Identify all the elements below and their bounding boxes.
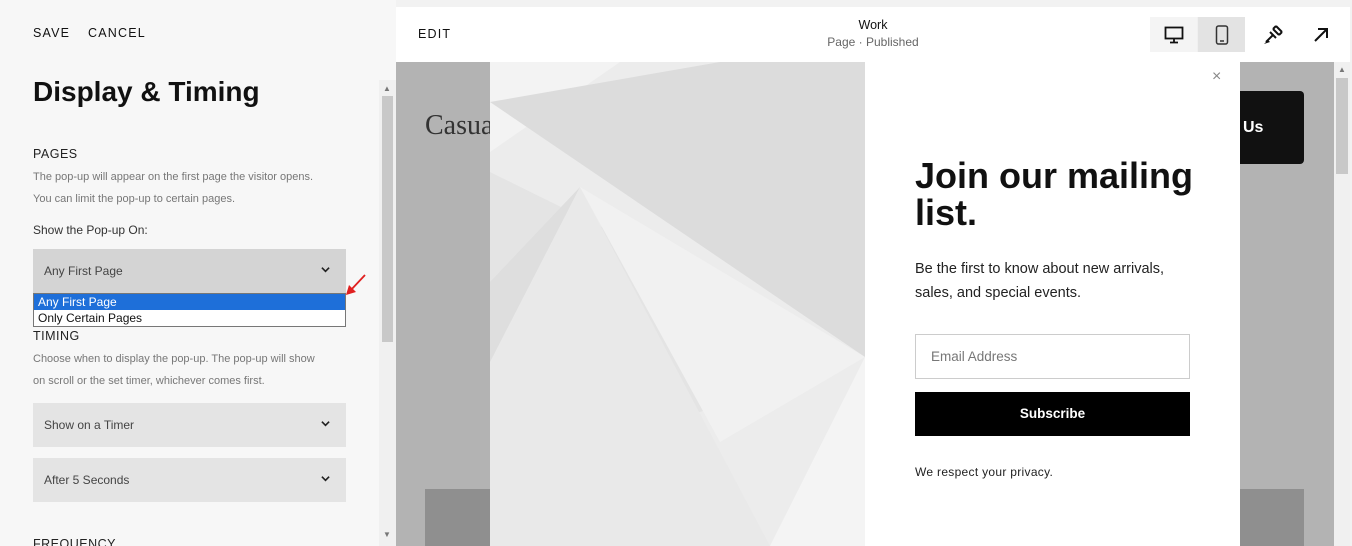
show-popup-on-options[interactable]: Any First Page Only Certain Pages xyxy=(33,293,346,327)
pages-desc-line-2: You can limit the pop-up to certain page… xyxy=(33,193,236,205)
chevron-down-icon xyxy=(321,476,330,482)
preview-scrollbar[interactable]: ▲ xyxy=(1334,62,1350,546)
mobile-icon xyxy=(1215,24,1228,45)
privacy-note: We respect your privacy. xyxy=(915,465,1054,479)
option-any-first-page[interactable]: Any First Page xyxy=(34,294,345,310)
show-popup-on-select[interactable]: Any First Page xyxy=(33,249,346,293)
panel-scrollbar[interactable]: ▲ ▼ xyxy=(379,80,396,546)
popup-close-icon[interactable]: × xyxy=(1212,68,1221,86)
timing-trigger-value: Show on a Timer xyxy=(44,418,135,432)
popup-heading: Join our mailing list. xyxy=(915,155,1194,233)
save-button[interactable]: SAVE xyxy=(33,26,70,40)
mobile-view-button[interactable] xyxy=(1198,17,1245,52)
subscribe-button[interactable]: Subscribe xyxy=(915,392,1190,436)
timing-desc-line-2: on scroll or the set timer, whichever co… xyxy=(33,375,265,387)
desktop-icon xyxy=(1164,26,1183,43)
panel-title: Display & Timing xyxy=(33,76,260,107)
chevron-down-icon xyxy=(321,421,330,427)
preview-header: EDIT Work Page · Published xyxy=(396,7,1350,62)
scroll-down-icon[interactable]: ▼ xyxy=(383,530,391,539)
settings-panel: SAVE CANCEL Display & Timing PAGES The p… xyxy=(0,0,396,546)
timing-description: Choose when to display the pop-up. The p… xyxy=(33,348,353,392)
annotation-arrow-icon xyxy=(346,274,366,295)
option-only-certain-pages[interactable]: Only Certain Pages xyxy=(34,310,345,326)
timing-desc-line-1: Choose when to display the pop-up. The p… xyxy=(33,353,315,365)
email-input[interactable]: Email Address xyxy=(915,334,1190,379)
pages-section-label: PAGES xyxy=(33,147,78,161)
timing-delay-value: After 5 Seconds xyxy=(44,473,130,487)
chevron-down-icon xyxy=(321,267,330,273)
newsletter-popup: × Join our mailing list. Be the first to… xyxy=(490,62,1240,546)
scroll-up-icon[interactable]: ▲ xyxy=(1338,65,1346,74)
pages-desc-line-1: The pop-up will appear on the first page… xyxy=(33,171,314,183)
show-popup-on-label: Show the Pop-up On: xyxy=(33,223,148,237)
external-link-icon[interactable] xyxy=(1310,24,1332,46)
preview-scrollbar-thumb[interactable] xyxy=(1336,78,1348,174)
frequency-section-label: FREQUENCY xyxy=(33,537,116,546)
site-logo: Casua xyxy=(425,110,494,141)
scroll-up-icon[interactable]: ▲ xyxy=(383,84,391,93)
pages-description: The pop-up will appear on the first page… xyxy=(33,166,353,210)
device-toggle xyxy=(1150,17,1245,52)
show-popup-on-value: Any First Page xyxy=(44,264,123,278)
cancel-button[interactable]: CANCEL xyxy=(88,26,146,40)
desktop-view-button[interactable] xyxy=(1150,17,1197,52)
timing-section-label: TIMING xyxy=(33,329,80,343)
paintbrush-icon[interactable] xyxy=(1262,24,1284,46)
panel-scrollbar-thumb[interactable] xyxy=(382,96,393,342)
popup-abstract-image xyxy=(490,62,865,546)
timing-delay-select[interactable]: After 5 Seconds xyxy=(33,458,346,502)
popup-description: Be the first to know about new arrivals,… xyxy=(915,261,1165,301)
timing-trigger-select[interactable]: Show on a Timer xyxy=(33,403,346,447)
